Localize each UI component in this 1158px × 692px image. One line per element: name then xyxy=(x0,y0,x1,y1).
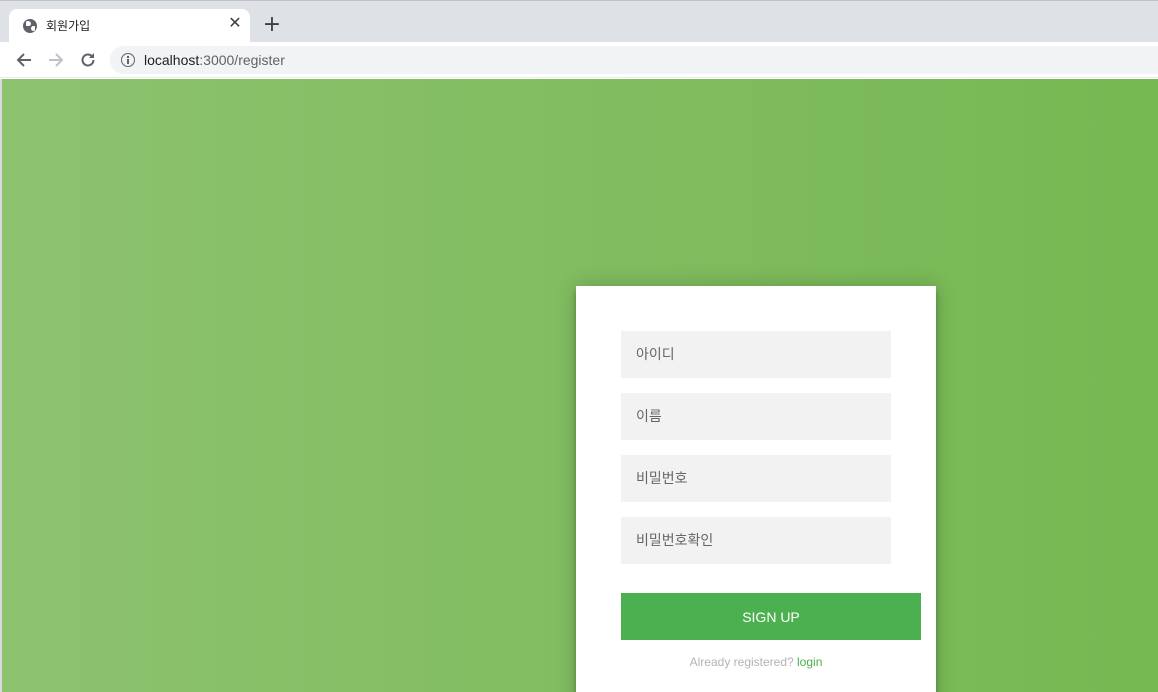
url-path: :3000/register xyxy=(199,52,285,68)
url-text[interactable]: localhost:3000/register xyxy=(144,52,285,68)
page-background: SIGN UP Already registered? login xyxy=(0,79,1158,692)
info-icon[interactable] xyxy=(121,53,135,67)
back-arrow-icon[interactable] xyxy=(15,51,33,69)
username-input[interactable] xyxy=(621,331,891,378)
tab-title: 회원가입 xyxy=(46,19,91,33)
reload-icon[interactable] xyxy=(79,51,97,69)
new-tab-button[interactable]: + xyxy=(262,14,282,36)
close-tab-icon[interactable]: ✕ xyxy=(227,15,243,31)
sign-up-button[interactable]: SIGN UP xyxy=(621,593,921,640)
url-host: localhost xyxy=(144,52,200,68)
register-form: SIGN UP Already registered? login xyxy=(576,286,936,692)
forward-arrow-icon[interactable] xyxy=(47,51,65,69)
browser-tab[interactable]: 회원가입 ✕ xyxy=(9,9,250,43)
login-message: Already registered? login xyxy=(576,655,936,669)
login-link[interactable]: login xyxy=(797,655,822,669)
address-bar[interactable]: localhost:3000/register xyxy=(110,46,1158,74)
password-input[interactable] xyxy=(621,455,891,502)
globe-icon xyxy=(23,19,37,33)
password-confirm-input[interactable] xyxy=(621,517,891,564)
tab-strip: 회원가입 ✕ + xyxy=(0,0,1158,43)
login-message-text: Already registered? xyxy=(689,655,798,669)
browser-toolbar: localhost:3000/register xyxy=(0,42,1158,78)
name-input[interactable] xyxy=(621,393,891,440)
